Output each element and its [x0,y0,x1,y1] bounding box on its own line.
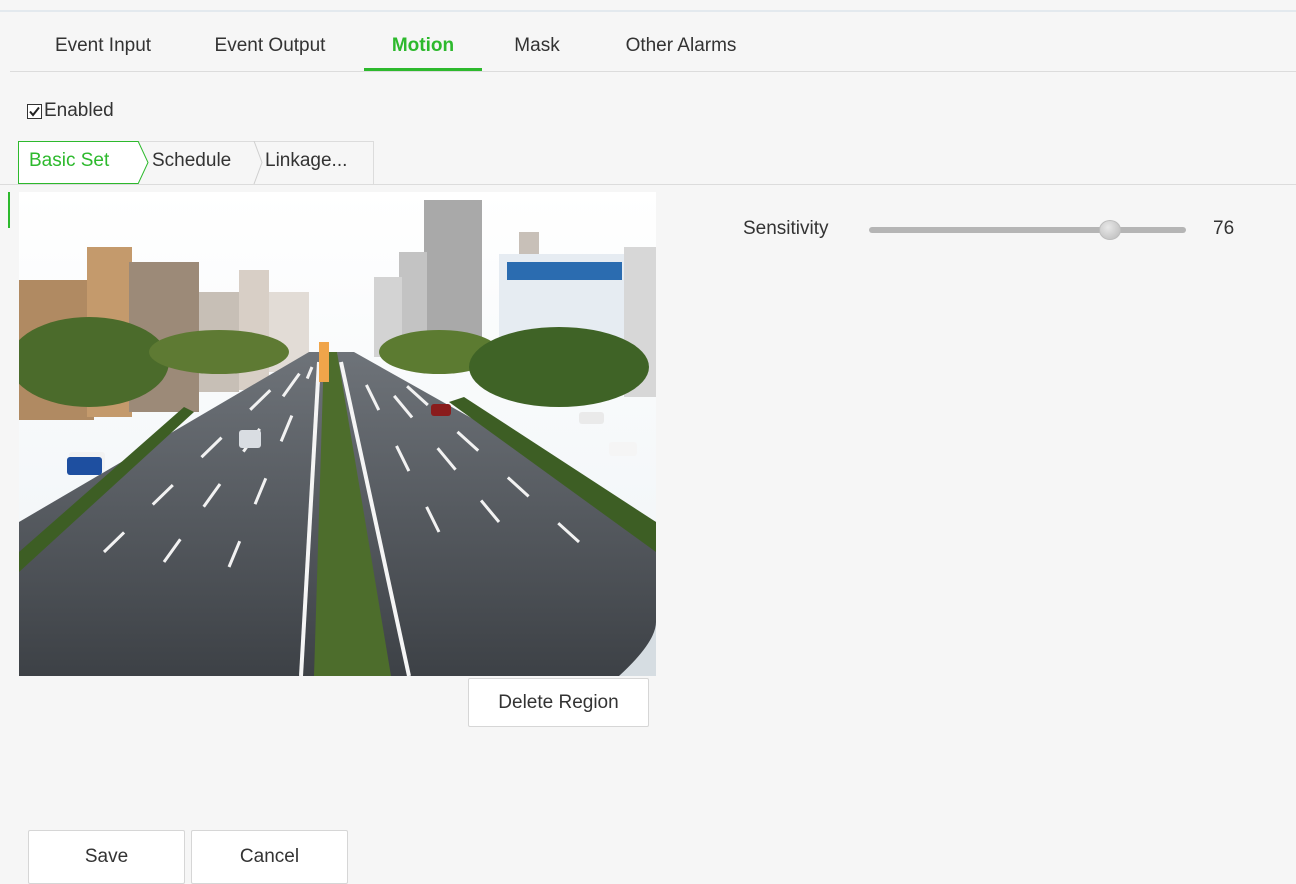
tab-motion[interactable]: Motion [364,24,482,71]
top-border [0,10,1296,12]
checkmark-icon [29,106,40,117]
subtab-basic-set[interactable]: Basic Set [29,141,109,184]
checkbox-box[interactable] [27,103,42,119]
tab-event-input[interactable]: Event Input [44,24,162,71]
camera-preview-image [19,192,656,676]
tab-other-alarms[interactable]: Other Alarms [614,24,748,71]
subtabs-divider [0,184,1296,185]
slider-track[interactable] [869,227,1186,233]
subtab-separator-arrow [137,141,149,184]
tab-mask[interactable]: Mask [505,24,569,71]
tab-event-output[interactable]: Event Output [204,24,336,71]
sensitivity-slider[interactable] [869,220,1186,240]
event-tabs: Event Input Event Output Motion Mask Oth… [10,24,1296,72]
delete-region-button[interactable]: Delete Region [468,678,649,727]
cancel-button[interactable]: Cancel [191,830,348,884]
subtab-linkage[interactable]: Linkage... [265,141,347,184]
enabled-label: Enabled [44,100,114,121]
sensitivity-label: Sensitivity [743,218,829,239]
subtab-schedule[interactable]: Schedule [152,141,231,184]
left-accent-bar [8,192,10,228]
sensitivity-value: 76 [1213,218,1235,239]
settings-subtabs: Basic Set Schedule Linkage... [18,141,374,184]
slider-thumb[interactable] [1098,220,1121,240]
save-button[interactable]: Save [28,830,185,884]
enabled-checkbox[interactable]: Enabled [27,99,114,123]
motion-region-canvas[interactable] [19,192,656,676]
